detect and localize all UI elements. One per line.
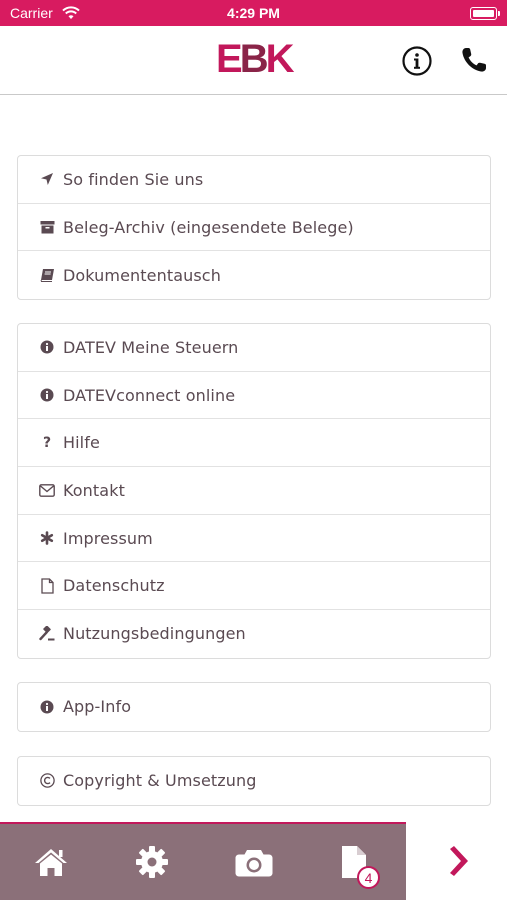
- menu-item-label: Datenschutz: [63, 576, 165, 596]
- navigation-bar: EBK: [0, 26, 507, 95]
- info-circle-icon: [39, 699, 55, 715]
- menu-item-nutzungsbedingungen[interactable]: Nutzungsbedingungen: [18, 610, 490, 658]
- menu-item-label: Kontakt: [63, 480, 125, 500]
- menu-item-label: Dokumententausch: [63, 265, 221, 285]
- phone-icon: [462, 48, 486, 72]
- menu-group-app: App-Info: [17, 682, 491, 732]
- question-icon: ?: [42, 434, 52, 451]
- menu-item-label: So finden Sie uns: [63, 169, 204, 189]
- tab-home[interactable]: [0, 824, 101, 900]
- info-circle-icon: [39, 387, 55, 403]
- menu-item-label: Beleg-Archiv (eingesendete Belege): [63, 217, 354, 237]
- menu-item-impressum[interactable]: Impressum: [18, 515, 490, 563]
- menu-group-copyright: Copyright & Umsetzung: [17, 756, 491, 806]
- camera-icon: [235, 850, 273, 877]
- archive-icon: [39, 219, 55, 235]
- copyright-icon: [39, 773, 55, 789]
- info-button[interactable]: [401, 45, 433, 77]
- menu-item-datenschutz[interactable]: Datenschutz: [18, 562, 490, 611]
- info-circle-icon: [402, 46, 432, 76]
- tab-bar: 4: [0, 822, 507, 900]
- chevron-right-icon: [449, 846, 468, 876]
- menu-item-datevconnect-online[interactable]: DATEVconnect online: [18, 372, 490, 420]
- ebk-logo: EBK: [216, 37, 294, 81]
- documents-count-badge: 4: [357, 866, 380, 889]
- tab-documents[interactable]: [305, 824, 406, 900]
- book-icon: [39, 267, 55, 283]
- menu-content: So finden Sie uns Beleg-Archiv (eingesen…: [0, 96, 507, 822]
- menu-item-app-info[interactable]: App-Info: [18, 683, 490, 731]
- menu-item-label: Hilfe: [63, 433, 100, 453]
- menu-item-dokumententausch[interactable]: Dokumententausch: [18, 251, 490, 299]
- menu-item-label: DATEV Meine Steuern: [63, 337, 239, 357]
- battery-icon: [470, 7, 500, 20]
- tab-settings[interactable]: [101, 824, 203, 900]
- menu-item-label: Nutzungsbedingungen: [63, 624, 246, 644]
- envelope-icon: [39, 482, 55, 498]
- menu-item-label: Copyright & Umsetzung: [63, 771, 257, 791]
- menu-item-hilfe[interactable]: ? Hilfe: [18, 419, 490, 468]
- asterisk-icon: [39, 530, 55, 546]
- location-arrow-icon: [39, 171, 55, 187]
- menu-item-label: App-Info: [63, 697, 132, 717]
- tab-camera[interactable]: [203, 824, 305, 900]
- call-button[interactable]: [458, 44, 490, 76]
- info-circle-icon: [39, 339, 55, 355]
- menu-group-info: DATEV Meine Steuern DATEVconnect online …: [17, 323, 491, 659]
- menu-item-label: DATEVconnect online: [63, 385, 236, 405]
- menu-item-copyright[interactable]: Copyright & Umsetzung: [18, 757, 490, 805]
- home-icon: [34, 849, 67, 876]
- clock: 4:29 PM: [227, 5, 280, 21]
- menu-item-so-finden-sie-uns[interactable]: So finden Sie uns: [18, 156, 490, 204]
- file-icon: [39, 578, 55, 594]
- status-bar: Carrier 4:29 PM: [0, 0, 507, 26]
- menu-item-kontakt[interactable]: Kontakt: [18, 467, 490, 515]
- tab-next[interactable]: [406, 822, 507, 900]
- menu-item-label: Impressum: [63, 528, 153, 548]
- menu-group-services: So finden Sie uns Beleg-Archiv (eingesen…: [17, 155, 491, 301]
- menu-item-datev-meine-steuern[interactable]: DATEV Meine Steuern: [18, 324, 490, 372]
- gavel-icon: [39, 626, 55, 642]
- menu-item-beleg-archiv[interactable]: Beleg-Archiv (eingesendete Belege): [18, 204, 490, 252]
- settings-gear-icon: [136, 846, 168, 878]
